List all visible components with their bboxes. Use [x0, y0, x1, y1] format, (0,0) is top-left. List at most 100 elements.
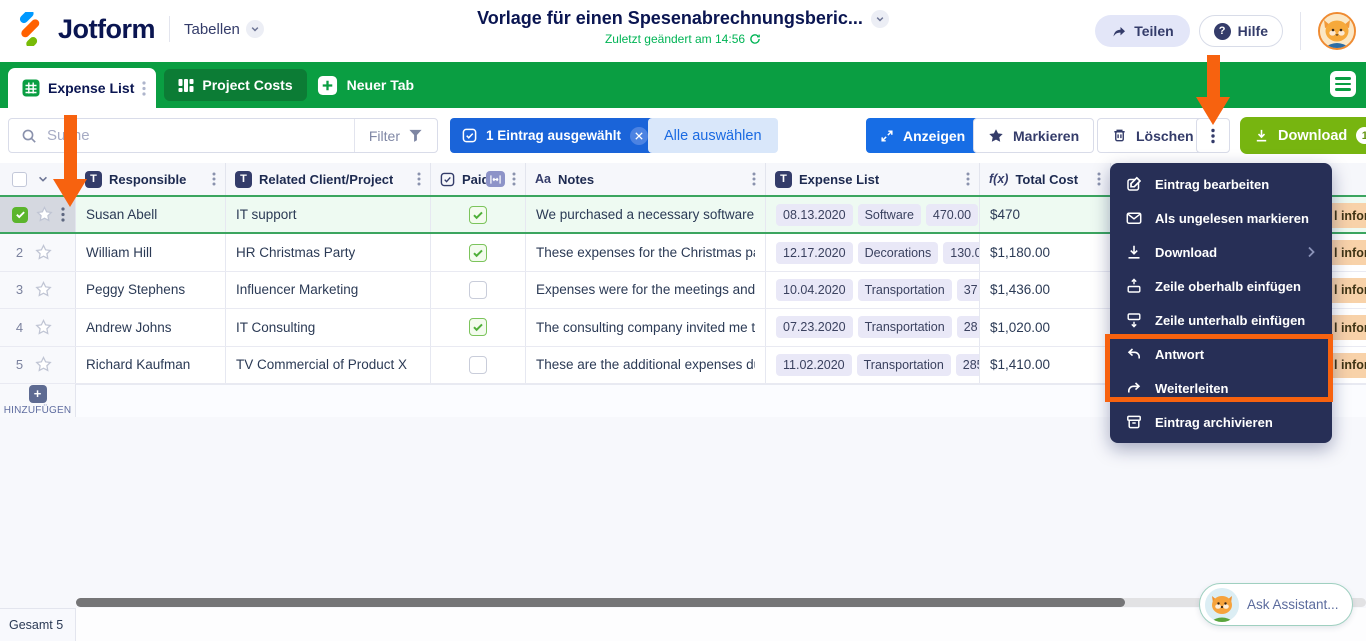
tab-project-costs[interactable]: Project Costs — [164, 69, 306, 101]
cell-notes[interactable]: We purchased a necessary software f... — [526, 197, 766, 232]
cell-total-cost[interactable]: $470 — [980, 197, 1111, 232]
notify-badge-fragment[interactable]: l infor — [1326, 240, 1366, 265]
row-checkbox-checked[interactable] — [12, 207, 28, 223]
cell-responsible[interactable]: Richard Kaufman — [76, 347, 226, 383]
jotform-logo-icon[interactable] — [14, 12, 48, 46]
cell-paid[interactable] — [431, 347, 526, 383]
cell-total-cost[interactable]: $1,436.00 — [980, 272, 1111, 308]
column-header-paid[interactable]: Paid — [431, 163, 526, 195]
search-box[interactable]: Filter — [8, 118, 438, 153]
tab-kebab-icon[interactable] — [142, 81, 146, 96]
menu-item-eintrag-archivieren[interactable]: Eintrag archivieren — [1110, 405, 1332, 439]
column-header-notes[interactable]: Aa Notes — [526, 163, 766, 195]
column-kebab-icon[interactable] — [1097, 172, 1101, 186]
column-kebab-icon[interactable] — [417, 172, 421, 186]
star-icon[interactable] — [35, 244, 52, 261]
cell-notes[interactable]: The consulting company invited me to... — [526, 309, 766, 345]
cell-responsible[interactable]: William Hill — [76, 234, 226, 270]
select-all-checkbox[interactable] — [12, 172, 27, 187]
select-all-button[interactable]: Alle auswählen — [648, 118, 778, 153]
cell-related-client-project[interactable]: HR Christmas Party — [226, 234, 431, 270]
mark-button[interactable]: Markieren — [973, 118, 1094, 153]
notify-badge-fragment[interactable]: l infor — [1326, 203, 1366, 228]
column-resize-icon[interactable] — [486, 171, 505, 187]
filter-button[interactable]: Filter — [354, 119, 437, 152]
help-button[interactable]: ? Hilfe — [1199, 15, 1283, 47]
paid-checkbox[interactable] — [469, 356, 487, 374]
cell-expense-list[interactable]: 10.04.2020Transportation37 — [766, 272, 980, 308]
column-kebab-icon[interactable] — [752, 172, 756, 186]
refresh-icon[interactable] — [749, 33, 761, 45]
sheet-list-icon[interactable] — [1330, 71, 1356, 97]
column-header-related-client-project[interactable]: T Related Client/Project — [226, 163, 431, 195]
menu-item-zeile-oberhalb-einf-gen[interactable]: Zeile oberhalb einfügen — [1110, 269, 1332, 303]
menu-item-antwort[interactable]: Antwort — [1110, 337, 1332, 371]
notify-badge-fragment[interactable]: l infor — [1326, 278, 1366, 303]
cell-responsible[interactable]: Andrew Johns — [76, 309, 226, 345]
paid-checkbox[interactable] — [469, 281, 487, 299]
cell-expense-list[interactable]: 11.02.2020Transportation285 — [766, 347, 980, 383]
cell-responsible[interactable]: Susan Abell — [76, 197, 226, 232]
download-button[interactable]: Download 1 — [1240, 117, 1366, 154]
notify-badge-fragment[interactable]: l infor — [1326, 315, 1366, 340]
star-icon[interactable] — [35, 356, 52, 373]
cell-notes[interactable]: Expenses were for the meetings and d... — [526, 272, 766, 308]
column-kebab-icon[interactable] — [512, 172, 516, 186]
view-entry-button[interactable]: Anzeigen — [866, 118, 979, 153]
paid-checkbox[interactable] — [469, 244, 487, 262]
paid-checkbox[interactable] — [469, 206, 487, 224]
cell-paid[interactable] — [431, 272, 526, 308]
new-tab-button[interactable]: Neuer Tab — [317, 69, 414, 101]
menu-item-als-ungelesen-markieren[interactable]: Als ungelesen markieren — [1110, 201, 1332, 235]
selected-entries-chip[interactable]: 1 Eintrag ausgewählt — [450, 118, 660, 153]
menu-item-eintrag-bearbeiten[interactable]: Eintrag bearbeiten — [1110, 167, 1332, 201]
star-icon[interactable] — [35, 281, 52, 298]
row-gutter: 4 — [0, 309, 76, 345]
column-kebab-icon[interactable] — [966, 172, 970, 186]
star-icon[interactable] — [36, 206, 53, 223]
delete-button[interactable]: Löschen — [1097, 118, 1209, 153]
menu-item-download[interactable]: Download — [1110, 235, 1332, 269]
logo-wordmark[interactable]: Jotform — [58, 14, 155, 45]
cell-notes[interactable]: These expenses for the Christmas part... — [526, 234, 766, 270]
tabellen-dropdown[interactable]: Tabellen — [184, 20, 264, 38]
more-actions-button[interactable] — [1196, 118, 1230, 153]
scrollbar-thumb[interactable] — [76, 598, 1125, 607]
ask-assistant-button[interactable]: Ask Assistant... — [1199, 583, 1353, 626]
column-header-total-cost[interactable]: f(x) Total Cost — [980, 163, 1111, 195]
cell-paid[interactable] — [431, 234, 526, 270]
cell-paid[interactable] — [431, 309, 526, 345]
menu-item-zeile-unterhalb-einf-gen[interactable]: Zeile unterhalb einfügen — [1110, 303, 1332, 337]
clear-selection-icon[interactable] — [630, 127, 648, 145]
row-menu-icon[interactable] — [61, 207, 65, 222]
horizontal-scrollbar[interactable] — [76, 598, 1366, 607]
column-header-expense-list[interactable]: T Expense List — [766, 163, 980, 195]
cell-related-client-project[interactable]: TV Commercial of Product X — [226, 347, 431, 383]
cell-paid[interactable] — [431, 197, 526, 232]
cell-responsible[interactable]: Peggy Stephens — [76, 272, 226, 308]
menu-item-weiterleiten[interactable]: Weiterleiten — [1110, 371, 1332, 405]
cell-related-client-project[interactable]: Influencer Marketing — [226, 272, 431, 308]
cell-expense-list[interactable]: 12.17.2020Decorations130.00 — [766, 234, 980, 270]
column-header-responsible[interactable]: T Responsible — [76, 163, 226, 195]
tab-expense-list[interactable]: Expense List — [8, 68, 156, 108]
cell-expense-list[interactable]: 07.23.2020Transportation28 — [766, 309, 980, 345]
paid-checkbox[interactable] — [469, 318, 487, 336]
cell-notes[interactable]: These are the additional expenses duri..… — [526, 347, 766, 383]
cell-related-client-project[interactable]: IT support — [226, 197, 431, 232]
cell-total-cost[interactable]: $1,410.00 — [980, 347, 1111, 383]
avatar[interactable] — [1318, 12, 1356, 50]
share-button[interactable]: Teilen — [1095, 15, 1189, 47]
add-row-button[interactable]: + HINZUFÜGEN — [0, 384, 76, 417]
cell-total-cost[interactable]: $1,020.00 — [980, 309, 1111, 345]
column-kebab-icon[interactable] — [212, 172, 216, 186]
chevron-down-icon[interactable] — [37, 173, 49, 185]
cell-expense-list[interactable]: 08.13.2020Software470.00 — [766, 197, 980, 232]
cell-related-client-project[interactable]: IT Consulting — [226, 309, 431, 345]
title-chevron-down-icon[interactable] — [871, 10, 889, 28]
star-icon[interactable] — [35, 319, 52, 336]
expense-date: 12.17.2020 — [776, 242, 853, 264]
notify-badge-fragment[interactable]: l infor — [1326, 353, 1366, 378]
search-input[interactable] — [47, 127, 354, 144]
cell-total-cost[interactable]: $1,180.00 — [980, 234, 1111, 270]
